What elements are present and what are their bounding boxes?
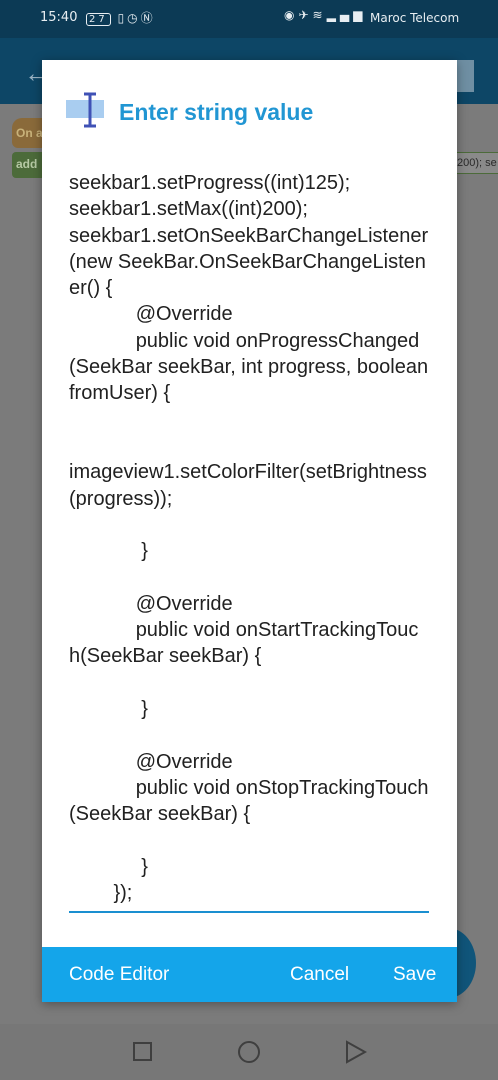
event-block-label: On a [16,126,43,140]
recent-apps-icon[interactable] [133,1042,152,1061]
code-editor-button[interactable]: Code Editor [69,964,169,986]
wifi-icon: ≋ [312,8,327,22]
status-left-icons: 27 ▯◷Ⓝ [86,9,156,26]
save-button[interactable]: Save [393,964,436,986]
status-time: 15:40 [40,10,78,25]
alarm-icon: ◷ [127,11,141,25]
text-cursor-icon [66,92,104,128]
bookmark-icon [454,60,474,92]
signal-icon: ▂▄▆ [326,8,367,22]
vibrate-icon: ▯ [117,11,128,25]
dialog-header: Enter string value [42,60,457,160]
code-block-fragment: 200); se [452,152,498,174]
back-icon[interactable] [345,1040,367,1064]
dialog-title: Enter string value [119,99,314,125]
status-right-icons: ◉✈≋▂▄▆ [284,8,366,22]
add-block-label: add [16,157,38,171]
code-text[interactable]: seekbar1.setProgress((int)125); seekbar1… [69,170,429,906]
home-icon[interactable] [238,1041,260,1063]
airplane-icon: ✈ [298,8,313,22]
navigation-bar [0,1024,498,1080]
cancel-button[interactable]: Cancel [290,964,349,986]
string-value-input[interactable]: seekbar1.setProgress((int)125); seekbar1… [69,170,429,913]
string-value-dialog: Enter string value seekbar1.setProgress(… [42,60,457,1002]
status-bar: 15:40 27 ▯◷Ⓝ ◉✈≋▂▄▆ Maroc Telecom [0,0,498,38]
dialog-footer: Code Editor Cancel Save [42,947,457,1002]
code-block-fragment-text: 200); se [457,157,497,169]
carrier-name: Maroc Telecom [370,11,460,25]
battery-icon: 27 [86,13,111,26]
messenger-icon: ◉ [284,8,299,22]
nfc-icon: Ⓝ [140,11,156,25]
battery-level: 27 [89,14,108,25]
